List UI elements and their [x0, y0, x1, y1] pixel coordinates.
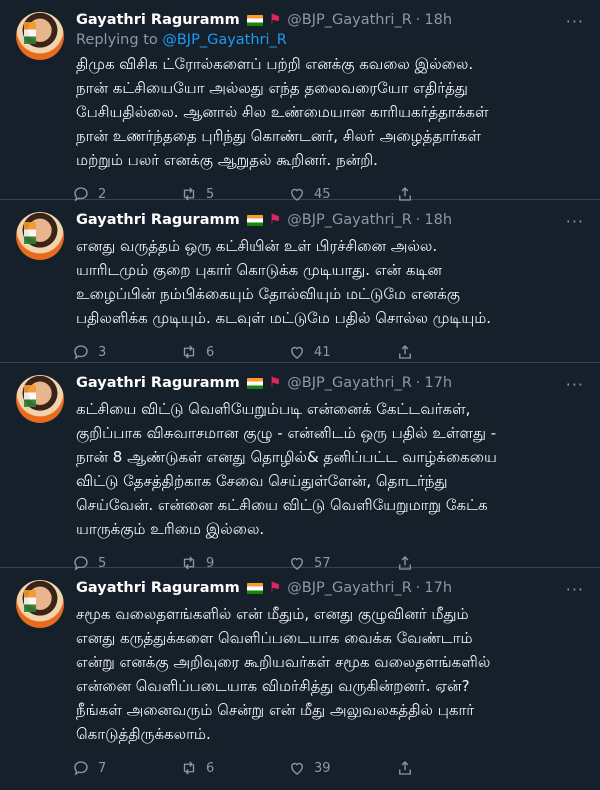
share-button[interactable] — [396, 343, 504, 361]
display-name[interactable]: Gayathri Raguramm — [76, 212, 240, 228]
retweet-icon — [183, 345, 195, 359]
user-handle[interactable]: @BJP_Gayathri_R — [287, 375, 412, 391]
like-icon — [291, 346, 303, 359]
more-icon[interactable]: ··· — [566, 212, 584, 231]
tweet[interactable]: ··· Gayathri Raguramm ⚑ @BJP_Gayathri_R … — [0, 568, 600, 776]
india-flag-icon — [246, 14, 263, 26]
avatar[interactable] — [16, 12, 64, 60]
tweet-text: எனது வருத்தம் ஒரு கட்சியின் உள் பிரச்சின… — [76, 237, 492, 327]
user-handle[interactable]: @BJP_Gayathri_R — [287, 12, 412, 28]
avatar[interactable] — [16, 212, 64, 260]
india-flag-icon — [246, 582, 263, 594]
like-button[interactable]: 41 — [288, 343, 396, 361]
red-flag-icon: ⚑ — [268, 375, 282, 391]
more-icon[interactable]: ··· — [566, 580, 584, 599]
more-icon[interactable]: ··· — [566, 375, 584, 394]
red-flag-icon: ⚑ — [268, 580, 282, 596]
timestamp[interactable]: 17h — [424, 375, 452, 391]
user-handle[interactable]: @BJP_Gayathri_R — [287, 580, 412, 596]
share-button[interactable] — [396, 759, 504, 777]
display-name[interactable]: Gayathri Raguramm — [76, 580, 240, 596]
like-icon — [291, 762, 303, 775]
tweet-actions: 7 6 39 — [72, 746, 584, 790]
tweet[interactable]: ··· Gayathri Raguramm ⚑ @BJP_Gayathri_R … — [0, 363, 600, 571]
timestamp[interactable]: 17h — [424, 580, 452, 596]
avatar[interactable] — [16, 580, 64, 628]
like-button[interactable]: 39 — [288, 759, 396, 777]
retweet-button[interactable]: 6 — [180, 759, 288, 777]
display-name[interactable]: Gayathri Raguramm — [76, 375, 240, 391]
red-flag-icon: ⚑ — [268, 212, 282, 228]
reply-icon — [74, 761, 88, 776]
reply-icon — [74, 345, 88, 360]
india-flag-icon — [246, 377, 263, 389]
share-icon — [399, 761, 411, 775]
timestamp[interactable]: 18h — [424, 12, 452, 28]
display-name[interactable]: Gayathri Raguramm — [76, 12, 240, 28]
retweet-icon — [183, 761, 195, 775]
reply-button[interactable]: 7 — [72, 759, 180, 777]
tweet-text: சமூக வலைதளங்களில் என் மீதும், எனது குழுவ… — [76, 605, 491, 743]
reply-handle-link[interactable]: @BJP_Gayathri_R — [162, 32, 287, 48]
avatar[interactable] — [16, 375, 64, 423]
more-icon[interactable]: ··· — [566, 12, 584, 31]
retweet-button[interactable]: 6 — [180, 343, 288, 361]
tweet[interactable]: ··· Gayathri Raguramm ⚑ @BJP_Gayathri_R … — [0, 200, 600, 363]
user-handle[interactable]: @BJP_Gayathri_R — [287, 212, 412, 228]
tweet-text: திமுக விசிக ட்ரோல்களைப் பற்றி எனக்கு கவல… — [76, 55, 489, 169]
india-flag-icon — [246, 214, 263, 226]
timestamp[interactable]: 18h — [424, 212, 452, 228]
share-icon — [399, 345, 411, 359]
tweet[interactable]: ··· Gayathri Raguramm ⚑ @BJP_Gayathri_R … — [0, 0, 600, 202]
reply-button[interactable]: 3 — [72, 343, 180, 361]
red-flag-icon: ⚑ — [268, 12, 282, 28]
tweet-text: கட்சியை விட்டு வெளியேறும்படி என்னைக் கேட… — [76, 400, 497, 538]
reply-context: Replying to @BJP_Gayathri_R — [76, 32, 287, 48]
